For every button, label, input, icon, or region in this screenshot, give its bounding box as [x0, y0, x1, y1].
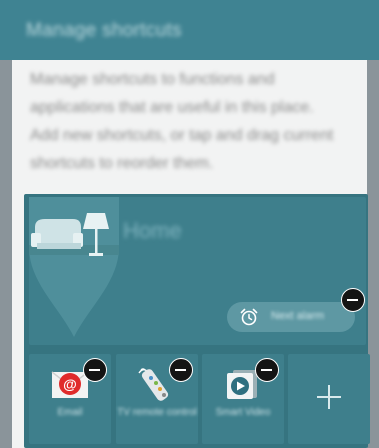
plus-icon: [317, 385, 341, 409]
description-text: Manage shortcuts to functions and applic…: [30, 71, 334, 172]
remove-smart-video-shortcut-button[interactable]: [255, 358, 279, 382]
svg-text:@: @: [63, 376, 77, 392]
add-shortcut-button[interactable]: [288, 354, 370, 444]
next-alarm-shortcut[interactable]: Next alarm: [227, 302, 355, 332]
shortcut-label-email: Email: [57, 407, 83, 418]
title-bar: Manage shortcuts: [0, 0, 379, 60]
shortcut-label-smart-video: Smart Video: [215, 407, 271, 418]
shortcut-label-tv-remote: TV remote control: [117, 407, 197, 418]
remove-email-shortcut-button[interactable]: [83, 358, 107, 382]
remove-alarm-shortcut-button[interactable]: [341, 288, 365, 312]
home-pin-illustration: [29, 197, 119, 337]
page-title: Manage shortcuts: [26, 20, 182, 41]
home-place-label: Home: [123, 218, 182, 243]
next-alarm-label: Next alarm: [271, 310, 325, 322]
alarm-clock-icon: [240, 308, 258, 326]
remove-tv-remote-shortcut-button[interactable]: [169, 358, 193, 382]
